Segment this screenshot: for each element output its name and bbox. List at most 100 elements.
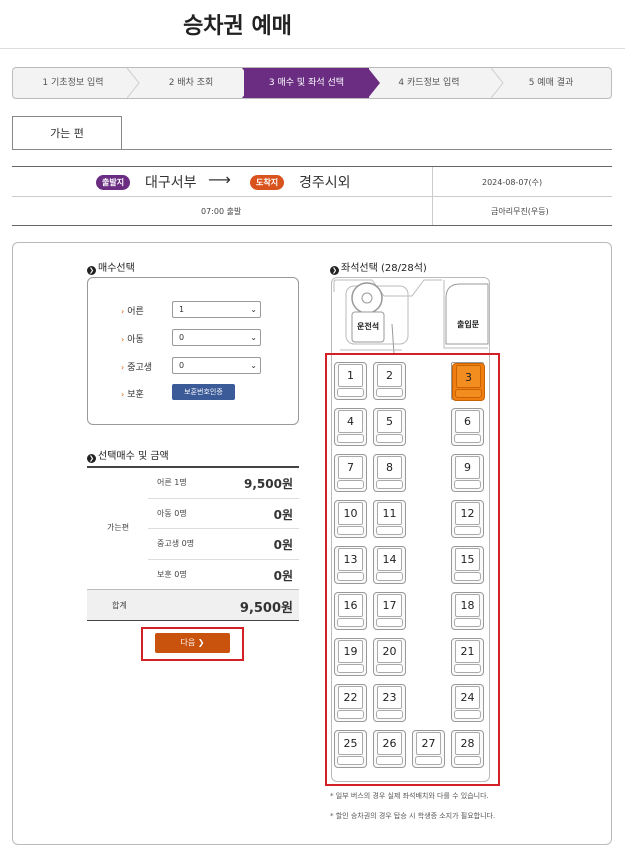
chevron-down-icon: ⌄ <box>250 305 257 314</box>
seat-cushion <box>454 710 481 719</box>
seat-cushion <box>454 618 481 627</box>
student-label-text: 중고생 <box>127 363 153 373</box>
child-select-value: 0 <box>179 333 185 342</box>
seat-28[interactable]: 28 <box>451 730 484 768</box>
seat-26[interactable]: 26 <box>373 730 406 768</box>
seat-7[interactable]: 7 <box>334 454 367 492</box>
seat-number: 3 <box>465 371 472 384</box>
adult-label-text: 어른 <box>127 307 144 317</box>
seat-23[interactable]: 23 <box>373 684 406 722</box>
seat-number: 26 <box>382 737 397 750</box>
adult-select[interactable]: 1 ⌄ <box>172 301 261 318</box>
seat-1[interactable]: 1 <box>334 362 367 400</box>
tab-outbound[interactable]: 가는 편 <box>12 116 122 150</box>
seat-3[interactable]: 3 <box>451 362 485 401</box>
seat-8[interactable]: 8 <box>373 454 406 492</box>
seat-number: 21 <box>460 645 475 658</box>
step-progress: 1 기초정보 입력 2 배차 조회 3 매수 및 좌석 선택 4 카드정보 입력… <box>12 67 612 99</box>
row-divider <box>148 498 299 499</box>
child-select[interactable]: 0 ⌄ <box>172 329 261 346</box>
seat-number: 17 <box>382 599 397 612</box>
seat-cushion <box>337 756 364 765</box>
seat-cushion <box>376 434 403 443</box>
row-divider <box>148 559 299 560</box>
summary-title-text: 선택매수 및 금액 <box>98 451 169 462</box>
departure-time: 07:00 출발 <box>201 207 242 216</box>
seat-9[interactable]: 9 <box>451 454 484 492</box>
seat-18[interactable]: 18 <box>451 592 484 630</box>
seat-27[interactable]: 27 <box>412 730 445 768</box>
seat-12[interactable]: 12 <box>451 500 484 538</box>
seat-21[interactable]: 21 <box>451 638 484 676</box>
seat-19[interactable]: 19 <box>334 638 367 676</box>
seat-15[interactable]: 15 <box>451 546 484 584</box>
child-amount: 0원 <box>273 508 293 522</box>
step-1: 1 기초정보 입력 <box>42 78 104 88</box>
seat-10[interactable]: 10 <box>334 500 367 538</box>
seat-22[interactable]: 22 <box>334 684 367 722</box>
seat-cushion <box>376 664 403 673</box>
seat-13[interactable]: 13 <box>334 546 367 584</box>
seat-2[interactable]: 2 <box>373 362 406 400</box>
seat-cushion <box>337 664 364 673</box>
student-select-value: 0 <box>179 361 185 370</box>
seat-number: 6 <box>464 415 471 428</box>
seat-number: 22 <box>343 691 358 704</box>
student-count: 중고생 0명 <box>157 539 195 548</box>
seat-17[interactable]: 17 <box>373 592 406 630</box>
seat-cushion <box>337 388 364 397</box>
seat-cushion <box>454 480 481 489</box>
seat-5[interactable]: 5 <box>373 408 406 446</box>
seat-number: 12 <box>460 507 475 520</box>
veteran-label: › 보훈 <box>121 387 144 400</box>
seat-cushion <box>454 572 481 581</box>
page-title: 승차권 예매 <box>183 14 292 39</box>
quantity-section-title: ❯ 매수선택 <box>87 259 135 275</box>
seat-cushion <box>415 756 442 765</box>
student-amount: 0원 <box>273 538 293 552</box>
seat-cushion <box>337 710 364 719</box>
veteran-auth-button[interactable]: 보훈번호인증 <box>172 384 235 400</box>
seat-6[interactable]: 6 <box>451 408 484 446</box>
step-3-active: 3 매수 및 좌석 선택 <box>244 68 369 98</box>
seat-16[interactable]: 16 <box>334 592 367 630</box>
seat-section-title: ❯ 좌석선택 (28/28석) <box>330 259 427 275</box>
seat-number: 13 <box>343 553 358 566</box>
adult-amount: 9,500원 <box>244 477 293 491</box>
seat-cushion <box>337 572 364 581</box>
seat-number: 27 <box>421 737 436 750</box>
child-label: › 아동 <box>121 332 144 345</box>
seat-24[interactable]: 24 <box>451 684 484 722</box>
student-select[interactable]: 0 ⌄ <box>172 357 261 374</box>
total-amount: 9,500원 <box>239 601 293 616</box>
title-divider <box>0 48 625 49</box>
seat-cushion <box>337 480 364 489</box>
seat-25[interactable]: 25 <box>334 730 367 768</box>
seat-number: 14 <box>382 553 397 566</box>
seat-cushion <box>337 526 364 535</box>
child-count: 아동 0명 <box>157 509 187 518</box>
chevron-down-icon: ⌄ <box>250 361 257 370</box>
chevron-right-icon <box>242 68 254 98</box>
seat-number: 2 <box>386 369 393 382</box>
seat-cushion <box>337 618 364 627</box>
door-label: 출입문 <box>457 320 480 329</box>
seat-number: 10 <box>343 507 358 520</box>
bullet-arrow-icon: ❯ <box>87 454 96 463</box>
seat-number: 23 <box>382 691 397 704</box>
seat-number: 8 <box>386 461 393 474</box>
next-button[interactable]: 다음 ❯ <box>155 633 230 653</box>
seat-number: 9 <box>464 461 471 474</box>
seat-4[interactable]: 4 <box>334 408 367 446</box>
seat-20[interactable]: 20 <box>373 638 406 676</box>
seat-note-1: * 일부 버스의 경우 실제 좌석배치와 다를 수 있습니다. <box>330 792 489 800</box>
seat-14[interactable]: 14 <box>373 546 406 584</box>
seat-cushion <box>376 618 403 627</box>
seat-cushion <box>376 756 403 765</box>
seat-cushion <box>376 710 403 719</box>
seat-cushion <box>454 526 481 535</box>
seat-11[interactable]: 11 <box>373 500 406 538</box>
seat-cushion <box>454 434 481 443</box>
chevron-down-icon: ⌄ <box>250 333 257 342</box>
bullet-icon: › <box>121 390 125 399</box>
